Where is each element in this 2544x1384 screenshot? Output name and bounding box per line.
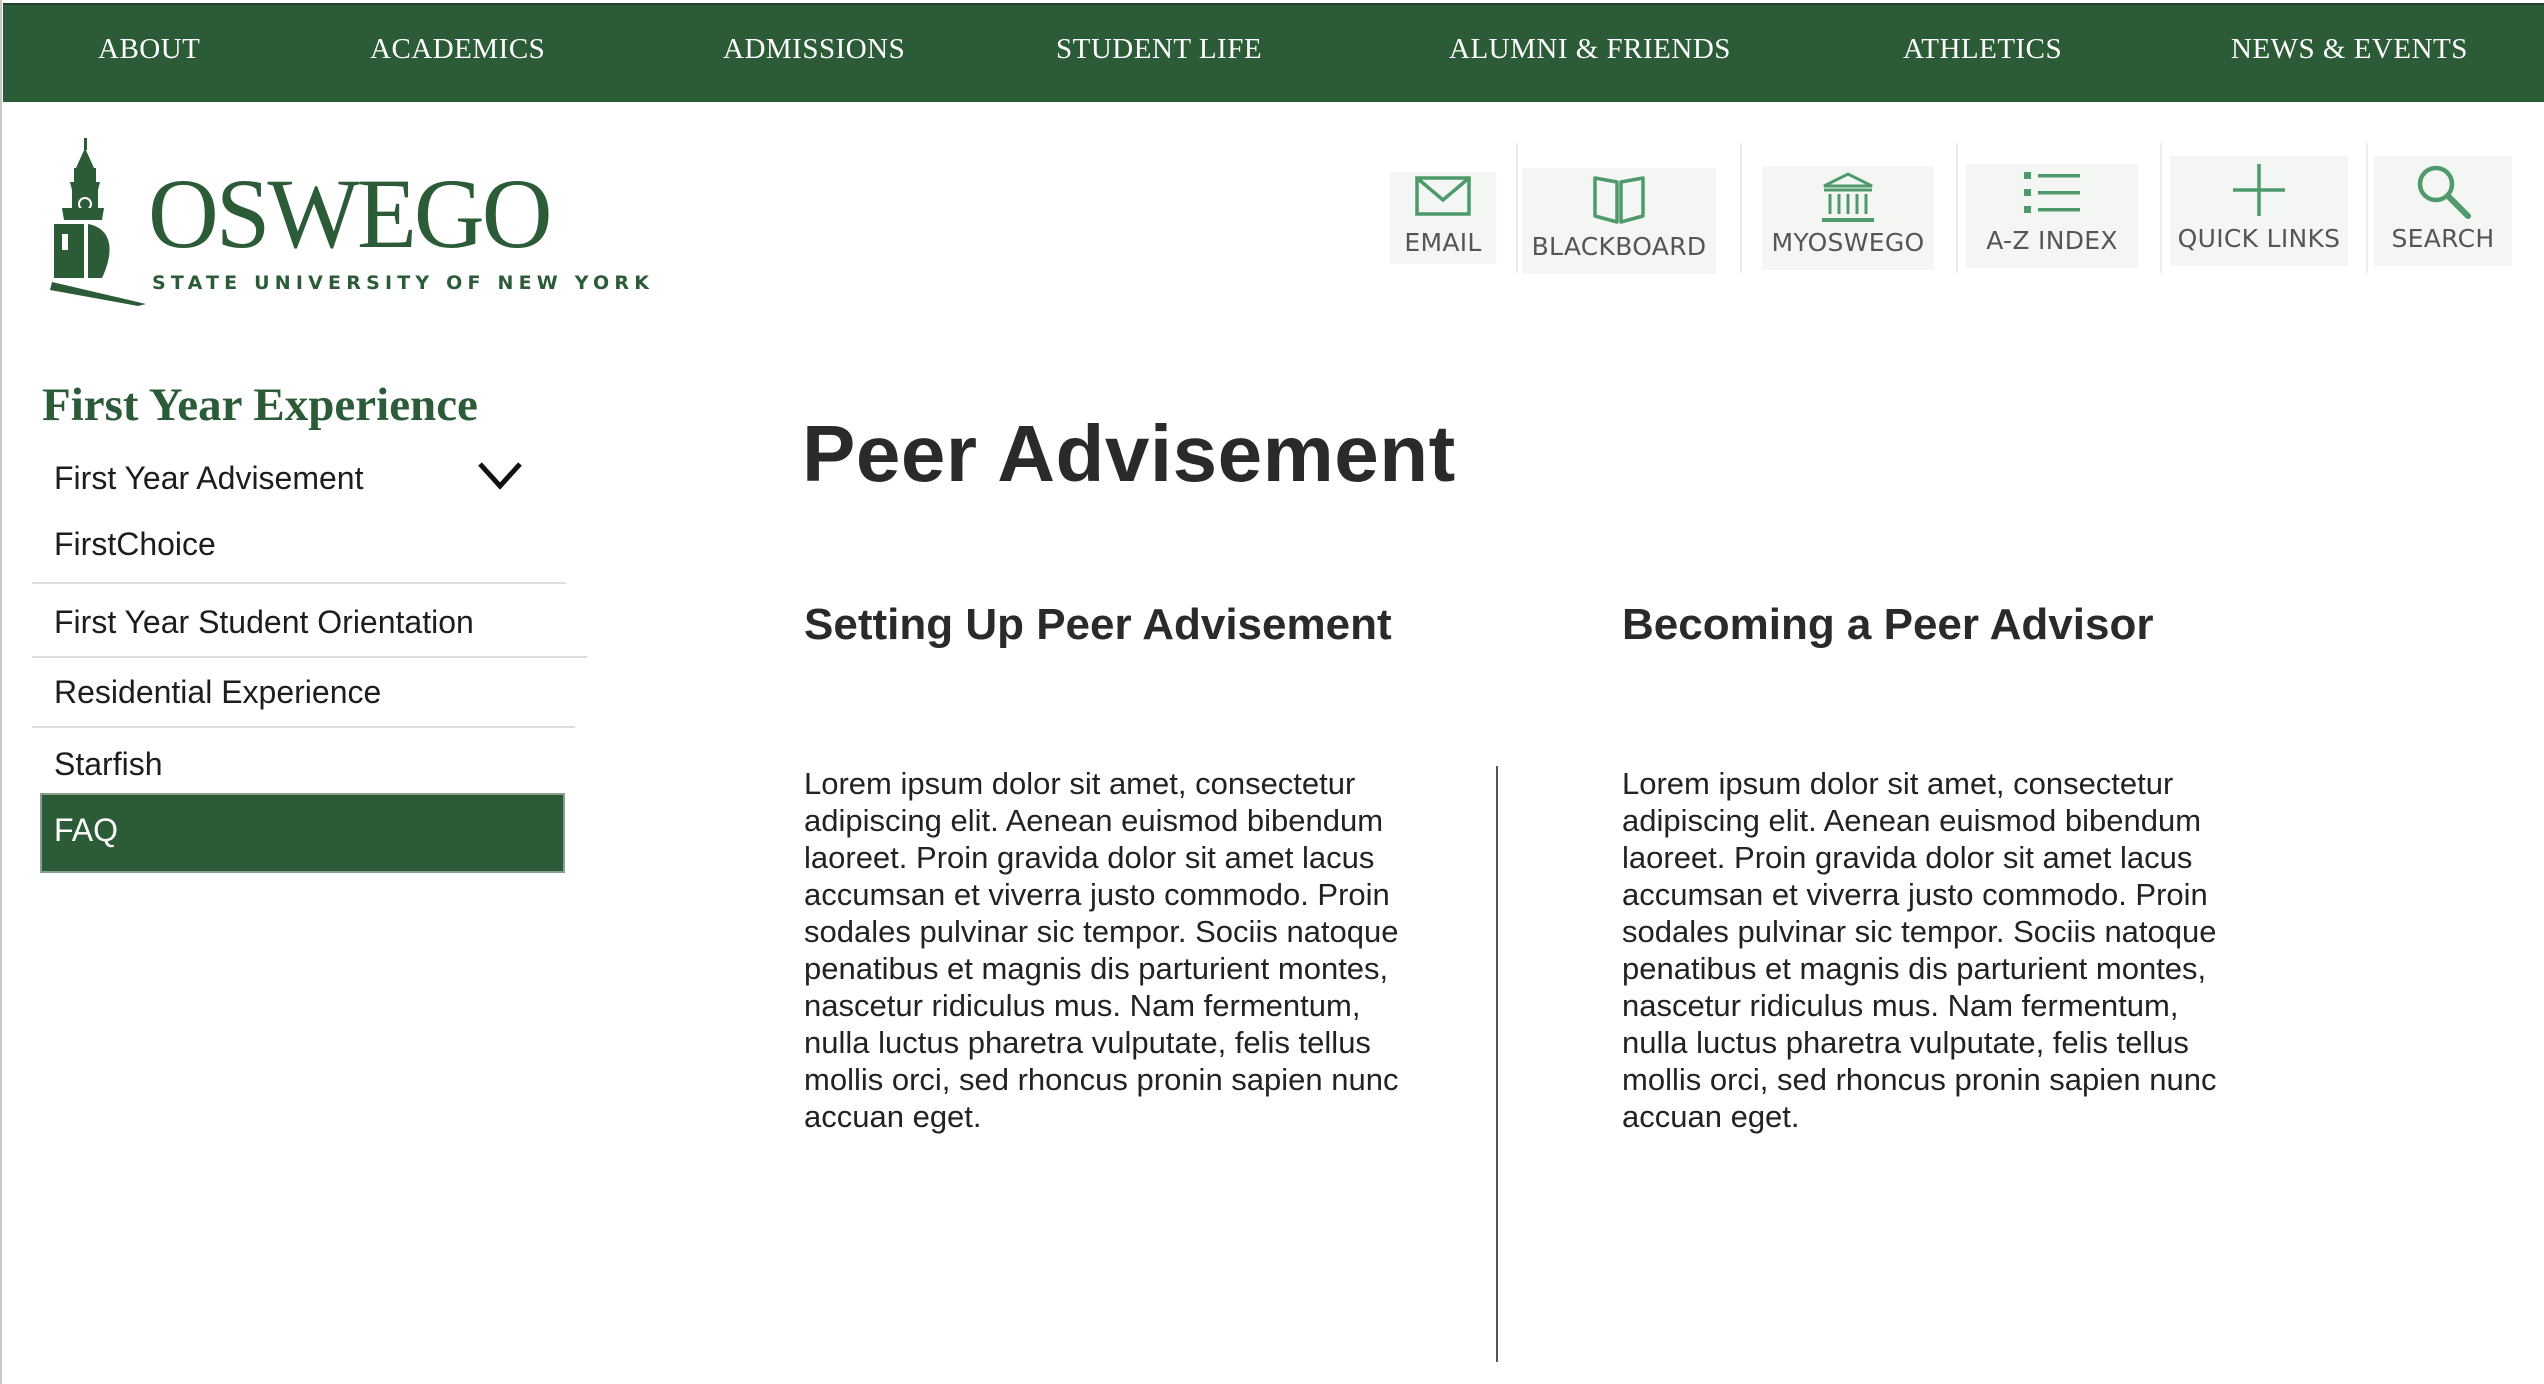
nav-academics[interactable]: ACADEMICS [370, 33, 545, 66]
open-book-icon [1593, 176, 1645, 224]
sidebar-item-starfish[interactable]: Starfish [54, 746, 162, 783]
sidebar-title: First Year Experience [42, 379, 478, 431]
sidebar-item-first-year-student-orientation[interactable]: First Year Student Orientation [54, 604, 474, 641]
page-title: Peer Advisement [802, 409, 1456, 498]
toolbar-separator [1740, 143, 1742, 273]
nav-athletics[interactable]: ATHLETICS [1903, 33, 2062, 66]
sidebar-item-first-year-advisement[interactable]: First Year Advisement [54, 460, 363, 497]
toolbar-separator [2160, 143, 2162, 273]
az-index-label: A-Z INDEX [1986, 226, 2118, 255]
blackboard-label: BLACKBOARD [1531, 232, 1707, 261]
blackboard-link[interactable]: BLACKBOARD [1522, 168, 1716, 274]
chevron-down-icon[interactable] [476, 460, 524, 492]
myoswego-label: MYOSWEGO [1771, 228, 1925, 257]
toolbar-separator [1516, 143, 1518, 273]
sidebar-item-firstchoice[interactable]: FirstChoice [54, 526, 216, 563]
column-heading-becoming: Becoming a Peer Advisor [1622, 600, 2154, 649]
sidebar-item-residential-experience[interactable]: Residential Experience [54, 674, 381, 711]
sidebar-divider [32, 656, 587, 658]
column-body-setting-up: Lorem ipsum dolor sit amet, consectetur … [804, 766, 1399, 1134]
nav-alumni-friends[interactable]: ALUMNI & FRIENDS [1449, 33, 1731, 66]
sidebar-item-faq-label: FAQ [54, 812, 119, 848]
logo-wordmark: OSWEGO [148, 158, 552, 269]
column-body-becoming: Lorem ipsum dolor sit amet, consectetur … [1622, 766, 2217, 1134]
list-icon [2024, 172, 2080, 213]
sidebar-divider [32, 726, 575, 728]
email-link[interactable]: EMAIL [1390, 172, 1496, 264]
logo-subtitle: STATE UNIVERSITY OF NEW YORK [152, 272, 655, 294]
clock-tower-icon [50, 138, 146, 306]
nav-news-events[interactable]: NEWS & EVENTS [2231, 33, 2468, 66]
toolbar-separator [1956, 143, 1958, 273]
envelope-icon [1415, 176, 1471, 216]
search-link[interactable]: SEARCH [2374, 156, 2512, 266]
search-label: SEARCH [2391, 224, 2495, 253]
quick-links-link[interactable]: QUICK LINKS [2170, 156, 2348, 266]
building-columns-icon [1822, 172, 1874, 222]
column-divider [1496, 766, 1498, 1362]
nav-student-life[interactable]: STUDENT LIFE [1056, 33, 1262, 66]
myoswego-link[interactable]: MYOSWEGO [1762, 166, 1934, 270]
top-navigation: ABOUT ACADEMICS ADMISSIONS STUDENT LIFE … [3, 3, 2544, 102]
email-label: EMAIL [1404, 228, 1482, 257]
az-index-link[interactable]: A-Z INDEX [1966, 164, 2138, 268]
magnifier-icon [2417, 165, 2471, 219]
nav-about[interactable]: ABOUT [98, 33, 200, 66]
column-heading-setting-up: Setting Up Peer Advisement [804, 600, 1392, 649]
plus-icon [2233, 164, 2285, 216]
nav-admissions[interactable]: ADMISSIONS [723, 33, 905, 66]
sidebar-item-faq[interactable]: FAQ [40, 793, 565, 873]
sidebar-divider [32, 582, 566, 584]
quick-links-label: QUICK LINKS [2177, 224, 2341, 253]
toolbar-separator [2366, 143, 2368, 273]
oswego-logo[interactable]: OSWEGO STATE UNIVERSITY OF NEW YORK [48, 138, 649, 308]
